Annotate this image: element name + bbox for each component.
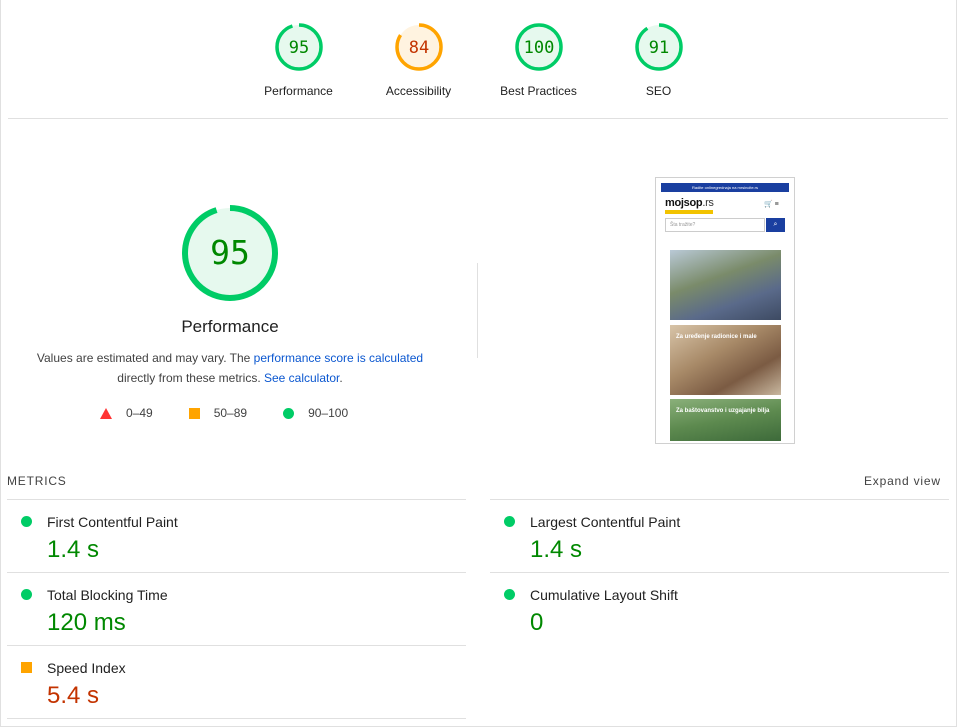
metric-name: First Contentful Paint bbox=[47, 514, 178, 530]
legend-fail: 0–49 bbox=[100, 406, 153, 420]
performance-title: Performance bbox=[181, 317, 279, 336]
logo-underline bbox=[665, 210, 713, 214]
metric-name: Total Blocking Time bbox=[47, 587, 168, 603]
metrics-column-left: First Contentful Paint 1.4 s Total Block… bbox=[7, 499, 466, 718]
cart-menu-icons: 🛒 ≡ bbox=[764, 201, 779, 208]
gauge-ring-icon: 95 bbox=[274, 23, 323, 71]
gauge-ring-icon: 95 bbox=[182, 205, 278, 301]
legend-average: 50–89 bbox=[188, 406, 248, 420]
search-icon: ⌕ bbox=[766, 218, 785, 232]
gauge-ring-icon: 100 bbox=[514, 23, 563, 71]
metric-value: 1.4 s bbox=[47, 536, 100, 563]
triangle-icon bbox=[100, 407, 112, 419]
average-square-icon bbox=[21, 662, 32, 673]
metric-value: 1.4 s bbox=[530, 536, 583, 563]
legend-range: 0–49 bbox=[126, 406, 153, 420]
score-legend: 0–49 50–89 90–100 bbox=[100, 406, 348, 420]
site-search: Šta tražite? bbox=[665, 218, 765, 232]
metric-value: 120 ms bbox=[47, 609, 126, 636]
divider bbox=[7, 718, 466, 719]
category-caption: Za uređenje radionice i male bbox=[676, 334, 757, 340]
metric-tbt: Total Blocking Time 120 ms bbox=[7, 572, 466, 645]
metric-value: 5.4 s bbox=[47, 682, 100, 709]
site-logo: mojsop.rs bbox=[665, 197, 714, 209]
metric-fcp: First Contentful Paint 1.4 s bbox=[7, 499, 466, 572]
svg-text:95: 95 bbox=[288, 38, 308, 58]
legend-range: 90–100 bbox=[308, 406, 349, 420]
metric-cls: Cumulative Layout Shift 0 bbox=[490, 572, 949, 645]
svg-text:91: 91 bbox=[648, 38, 668, 58]
gauge-best-practices[interactable]: 100 Best Practices bbox=[479, 22, 599, 98]
metric-value: 0 bbox=[530, 609, 544, 636]
pass-circle-icon bbox=[21, 516, 32, 527]
see-calculator-link[interactable]: See calculator bbox=[264, 371, 339, 385]
metrics-column-right: Largest Contentful Paint 1.4 s Cumulativ… bbox=[490, 499, 949, 645]
final-screenshot[interactable]: Radite onlinegrednaja na mrsincite.rs mo… bbox=[655, 177, 795, 444]
metric-lcp: Largest Contentful Paint 1.4 s bbox=[490, 499, 949, 572]
performance-score: 95 bbox=[210, 233, 250, 272]
gauge-ring-icon: 91 bbox=[634, 23, 683, 71]
metric-speed-index: Speed Index 5.4 s bbox=[7, 645, 466, 718]
desc-text: Values are estimated and may vary. The bbox=[36, 351, 254, 365]
metrics-heading: METRICS bbox=[7, 474, 67, 488]
pass-circle-icon bbox=[504, 516, 515, 527]
site-banner: Radite onlinegrednaja na mrsincite.rs bbox=[661, 183, 789, 192]
desc-text: . bbox=[339, 371, 343, 385]
category-caption: Za baštovanstvo i uzgajanje bilja bbox=[676, 408, 770, 414]
category-gauges: 95 Performance 84 Accessibility 100 Best… bbox=[0, 22, 957, 98]
gauge-label: SEO bbox=[645, 84, 672, 98]
category-image: Za baštovanstvo i uzgajanje bilja bbox=[670, 399, 781, 441]
square-icon bbox=[188, 407, 200, 419]
metric-name: Cumulative Layout Shift bbox=[530, 587, 678, 603]
performance-description: Values are estimated and may vary. The p… bbox=[20, 348, 440, 388]
gauge-label: Accessibility bbox=[385, 84, 452, 98]
legend-range: 50–89 bbox=[213, 406, 248, 420]
gauge-label: Performance bbox=[264, 84, 333, 98]
legend-pass: 90–100 bbox=[283, 406, 348, 420]
category-image: Za uređenje radionice i male bbox=[670, 325, 781, 395]
svg-text:84: 84 bbox=[408, 38, 428, 58]
vertical-divider bbox=[477, 263, 478, 358]
performance-gauge-large: 95 bbox=[180, 203, 280, 303]
circle-icon bbox=[283, 407, 295, 419]
divider bbox=[8, 118, 948, 119]
logo-tld: .rs bbox=[702, 197, 714, 209]
hero-image bbox=[670, 250, 781, 320]
logo-main: mojsop bbox=[665, 197, 703, 209]
gauge-accessibility[interactable]: 84 Accessibility bbox=[359, 22, 479, 98]
svg-text:100: 100 bbox=[523, 38, 554, 58]
desc-text: directly from these metrics. bbox=[117, 371, 264, 385]
metric-name: Largest Contentful Paint bbox=[530, 514, 681, 530]
gauge-ring-icon: 84 bbox=[394, 23, 443, 71]
score-calculated-link[interactable]: performance score is calculated bbox=[254, 351, 423, 365]
pass-circle-icon bbox=[21, 589, 32, 600]
gauge-performance[interactable]: 95 Performance bbox=[239, 22, 359, 98]
pass-circle-icon bbox=[504, 589, 515, 600]
metric-name: Speed Index bbox=[47, 660, 126, 676]
gauge-seo[interactable]: 91 SEO bbox=[599, 22, 719, 98]
expand-view-toggle[interactable]: Expand view bbox=[864, 474, 941, 488]
gauge-label: Best Practices bbox=[500, 84, 577, 98]
